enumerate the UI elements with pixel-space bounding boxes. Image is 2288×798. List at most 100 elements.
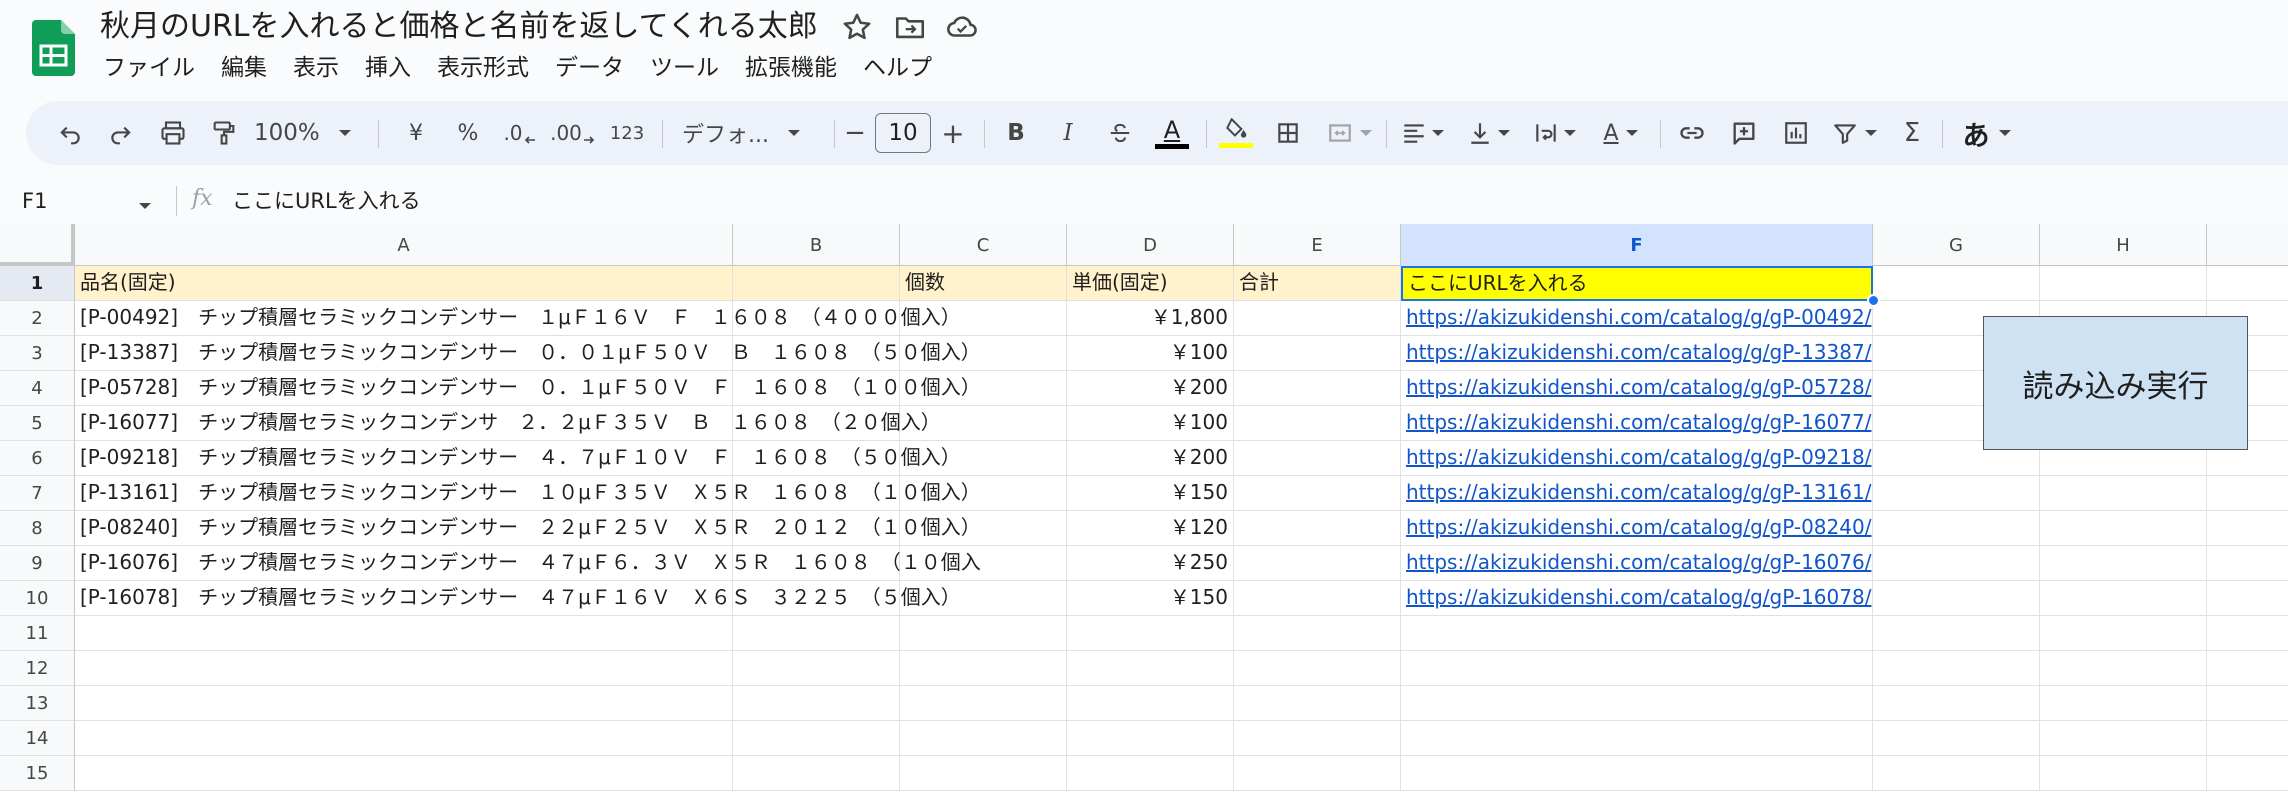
cell-H1[interactable]: [2040, 266, 2207, 301]
cell-H8[interactable]: [2040, 511, 2207, 546]
cell-E5[interactable]: [1234, 406, 1401, 441]
cell-F15[interactable]: [1401, 756, 1873, 791]
font-size-input[interactable]: 10: [875, 113, 931, 153]
cell-E9[interactable]: [1234, 546, 1401, 581]
input-tools-button[interactable]: あ: [1954, 113, 2020, 153]
cell-A5[interactable]: [P-16077] チップ積層セラミックコンデンサ ２．２μＦ３５Ｖ Ｂ １６０…: [75, 406, 941, 441]
cell-F4[interactable]: https://akizukidenshi.com/catalog/g/gP-0…: [1401, 371, 1873, 406]
menu-format[interactable]: 表示形式: [424, 50, 542, 86]
filter-icon[interactable]: [1826, 113, 1884, 153]
menu-extensions[interactable]: 拡張機能: [732, 50, 850, 86]
cell-D2[interactable]: ￥1,800: [1067, 301, 1234, 336]
cell-A12[interactable]: [75, 651, 733, 686]
column-header-A[interactable]: A: [75, 224, 733, 266]
redo-icon[interactable]: [101, 113, 141, 153]
row-header-11[interactable]: 11: [0, 616, 75, 651]
cell-H9[interactable]: [2040, 546, 2207, 581]
cell-C15[interactable]: [900, 756, 1067, 791]
cell-A11[interactable]: [75, 616, 733, 651]
cell-E1[interactable]: 合計: [1234, 266, 1401, 301]
cell-I15[interactable]: [2207, 756, 2288, 791]
cell-H11[interactable]: [2040, 616, 2207, 651]
cell-G14[interactable]: [1873, 721, 2040, 756]
cell-F11[interactable]: [1401, 616, 1873, 651]
menu-edit[interactable]: 編集: [208, 50, 280, 86]
select-all-corner[interactable]: [0, 224, 75, 266]
print-icon[interactable]: [153, 113, 193, 153]
cell-D5[interactable]: ￥100: [1067, 406, 1234, 441]
cell-F8[interactable]: https://akizukidenshi.com/catalog/g/gP-0…: [1401, 511, 1873, 546]
cell-G8[interactable]: [1873, 511, 2040, 546]
cell-H10[interactable]: [2040, 581, 2207, 616]
cell-G13[interactable]: [1873, 686, 2040, 721]
cell-G9[interactable]: [1873, 546, 2040, 581]
menu-file[interactable]: ファイル: [90, 50, 208, 86]
cell-F13[interactable]: [1401, 686, 1873, 721]
menu-tools[interactable]: ツール: [637, 50, 732, 86]
cell-A9[interactable]: [P-16076] チップ積層セラミックコンデンサー ４７μＦ６．３Ｖ Ｘ５Ｒ …: [75, 546, 981, 581]
cell-E6[interactable]: [1234, 441, 1401, 476]
italic-button[interactable]: I: [1048, 113, 1088, 153]
cell-H12[interactable]: [2040, 651, 2207, 686]
cell-B13[interactable]: [733, 686, 900, 721]
row-header-14[interactable]: 14: [0, 721, 75, 756]
zoom-select[interactable]: 100%: [254, 113, 364, 153]
cell-D6[interactable]: ￥200: [1067, 441, 1234, 476]
menu-help[interactable]: ヘルプ: [850, 50, 945, 86]
cell-E3[interactable]: [1234, 336, 1401, 371]
spreadsheet-grid[interactable]: ABCDEFGH 品名(固定) 個数 単価(固定) 合計 [P-00492] チップ積層…: [0, 224, 2288, 798]
cell-E11[interactable]: [1234, 616, 1401, 651]
row-header-10[interactable]: 10: [0, 581, 75, 616]
cell-G1[interactable]: [1873, 266, 2040, 301]
cell-F5[interactable]: https://akizukidenshi.com/catalog/g/gP-1…: [1401, 406, 1873, 441]
cell-C13[interactable]: [900, 686, 1067, 721]
row-header-8[interactable]: 8: [0, 511, 75, 546]
cell-E4[interactable]: [1234, 371, 1401, 406]
vertical-align-icon[interactable]: [1460, 113, 1518, 153]
row-header-6[interactable]: 6: [0, 441, 75, 476]
insert-link-icon[interactable]: [1672, 113, 1712, 153]
cell-E7[interactable]: [1234, 476, 1401, 511]
cell-D11[interactable]: [1067, 616, 1234, 651]
cell-G12[interactable]: [1873, 651, 2040, 686]
cell-F9[interactable]: https://akizukidenshi.com/catalog/g/gP-1…: [1401, 546, 1873, 581]
fill-handle[interactable]: [1867, 294, 1880, 307]
increase-font-size-button[interactable]: +: [936, 113, 970, 153]
row-header-1[interactable]: 1: [0, 266, 75, 301]
cell-A2[interactable]: [P-00492] チップ積層セラミックコンデンサー １μＦ１６Ｖ Ｆ １６０８…: [75, 301, 961, 336]
column-header-H[interactable]: H: [2040, 224, 2207, 266]
increase-decimal-button[interactable]: .00: [548, 113, 598, 153]
run-import-button[interactable]: 読み込み実行: [1983, 316, 2248, 450]
cell-D8[interactable]: ￥120: [1067, 511, 1234, 546]
cell-H13[interactable]: [2040, 686, 2207, 721]
cell-F1[interactable]: ここにURLを入れる: [1401, 266, 1873, 301]
cell-D9[interactable]: ￥250: [1067, 546, 1234, 581]
borders-icon[interactable]: [1268, 113, 1308, 153]
paint-format-icon[interactable]: [204, 113, 244, 153]
cell-G10[interactable]: [1873, 581, 2040, 616]
cell-F12[interactable]: [1401, 651, 1873, 686]
menu-view[interactable]: 表示: [280, 50, 352, 86]
cell-A7[interactable]: [P-13161] チップ積層セラミックコンデンサー １０μＦ３５Ｖ Ｘ５Ｒ １…: [75, 476, 981, 511]
cell-F7[interactable]: https://akizukidenshi.com/catalog/g/gP-1…: [1401, 476, 1873, 511]
column-header-G[interactable]: G: [1873, 224, 2040, 266]
currency-format-button[interactable]: ¥: [396, 113, 436, 153]
column-header-B[interactable]: B: [733, 224, 900, 266]
formula-input[interactable]: ここにURLを入れる: [232, 186, 421, 216]
cell-C14[interactable]: [900, 721, 1067, 756]
cloud-saved-icon[interactable]: [945, 10, 979, 44]
row-header-15[interactable]: 15: [0, 756, 75, 791]
cell-I12[interactable]: [2207, 651, 2288, 686]
cell-B11[interactable]: [733, 616, 900, 651]
sheets-logo-icon[interactable]: [32, 20, 75, 76]
cell-H15[interactable]: [2040, 756, 2207, 791]
row-header-12[interactable]: 12: [0, 651, 75, 686]
cell-B12[interactable]: [733, 651, 900, 686]
cell-G7[interactable]: [1873, 476, 2040, 511]
chevron-down-icon[interactable]: [138, 196, 152, 215]
strikethrough-icon[interactable]: [1100, 113, 1140, 153]
cell-A10[interactable]: [P-16078] チップ積層セラミックコンデンサー ４７μＦ１６Ｖ Ｘ６Ｓ ３…: [75, 581, 961, 616]
cell-I8[interactable]: [2207, 511, 2288, 546]
move-folder-icon[interactable]: [893, 10, 927, 44]
cell-G11[interactable]: [1873, 616, 2040, 651]
